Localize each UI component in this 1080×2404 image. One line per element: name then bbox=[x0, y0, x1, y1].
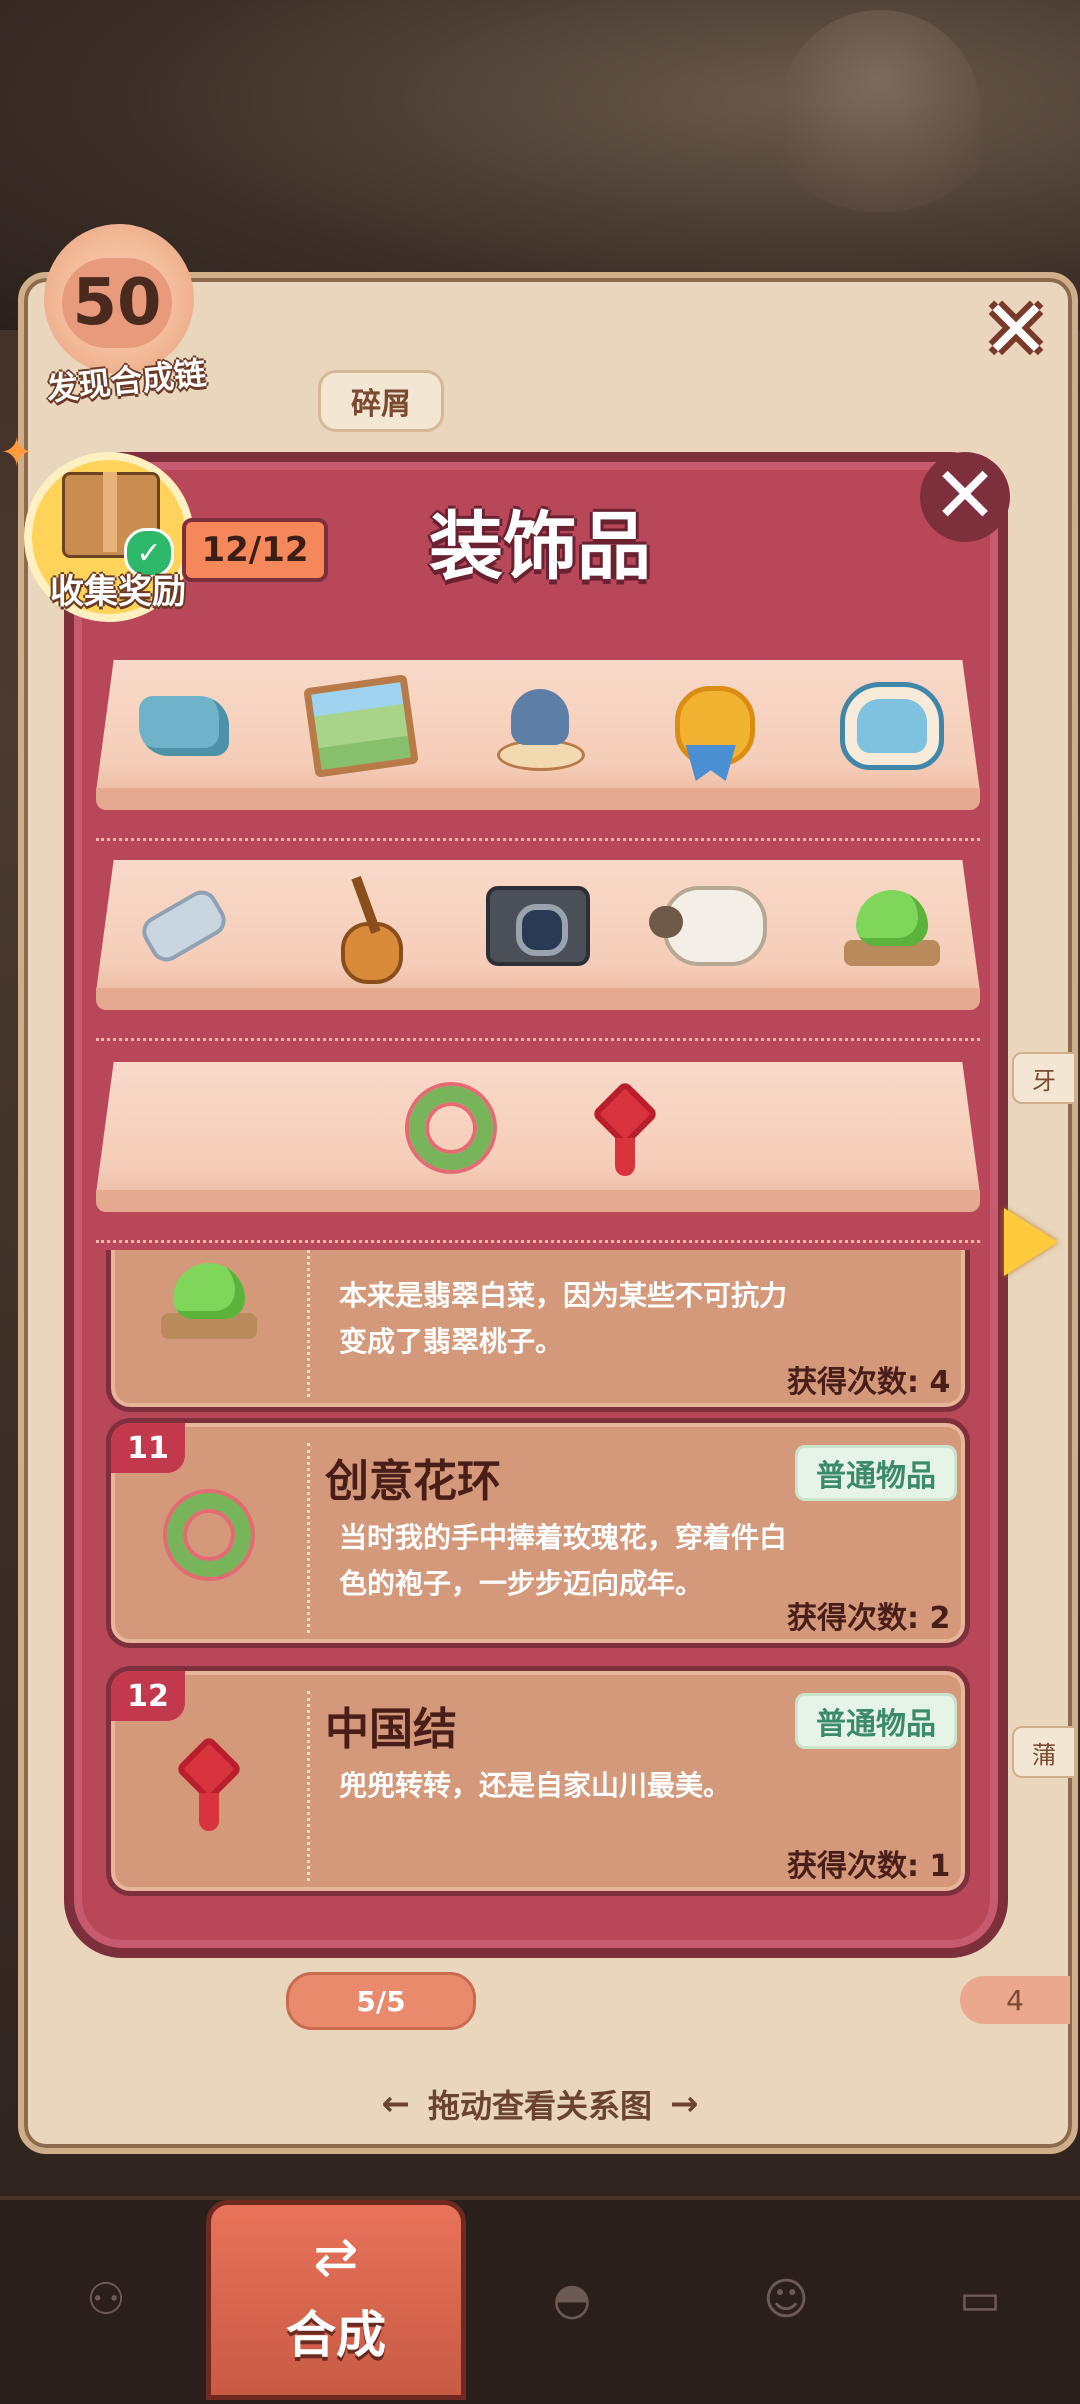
rarity-badge: 普通物品 bbox=[795, 1693, 957, 1749]
close-icon[interactable]: ✕ bbox=[976, 290, 1056, 370]
collect-reward-button[interactable]: ✓ 收集奖励 bbox=[24, 452, 194, 622]
shelf-row-2 bbox=[96, 860, 980, 1010]
item-number: 11 bbox=[111, 1423, 185, 1473]
bell-icon[interactable]: ◓ bbox=[482, 2214, 662, 2384]
item-desc: 兜兜转转，还是自家山川最美。 bbox=[339, 1769, 732, 1802]
drag-hint: ← 拖动查看关系图 → bbox=[330, 2074, 750, 2134]
person-icon[interactable]: ☺ bbox=[696, 2214, 876, 2384]
bus-icon[interactable]: ▭ bbox=[890, 2214, 1070, 2384]
side-tab[interactable]: 牙 bbox=[1012, 1052, 1076, 1104]
guitar-icon[interactable] bbox=[309, 874, 413, 984]
card-divider bbox=[307, 1443, 310, 1633]
chain-count-badge[interactable]: 50 发现合成链 bbox=[32, 224, 208, 408]
flower-wreath-icon[interactable] bbox=[399, 1076, 503, 1180]
side-tab[interactable]: 蒲 bbox=[1012, 1726, 1076, 1778]
item-desc: 当时我的手中捧着玫瑰花，穿着件白色的袍子，一步步迈向成年。 bbox=[339, 1521, 788, 1600]
shelf-edge bbox=[96, 1190, 980, 1212]
medal-icon[interactable] bbox=[663, 674, 767, 778]
item-count: 获得次数: 1 bbox=[787, 1849, 951, 1884]
item-name: 创意花环 bbox=[325, 1456, 501, 1507]
shelf-divider bbox=[96, 1240, 980, 1243]
drag-hint-text: 拖动查看关系图 bbox=[427, 2087, 652, 2125]
bag-icon[interactable]: ⚇ bbox=[16, 2214, 196, 2384]
next-arrow-icon[interactable] bbox=[1004, 1208, 1058, 1276]
item-count: 获得次数: 2 bbox=[787, 1601, 951, 1636]
chain-progress: 5/5 bbox=[286, 1972, 476, 2030]
chain-count: 50 bbox=[62, 258, 172, 348]
collected-count: 12/12 bbox=[182, 518, 328, 582]
item-name: 中国结 bbox=[325, 1704, 457, 1755]
shelf-edge bbox=[96, 788, 980, 810]
shelf-divider bbox=[96, 1038, 980, 1041]
modal-title: 装饰品 bbox=[429, 504, 651, 590]
item-list[interactable]: 本来是翡翠白菜，因为某些不可抗力变成了翡翠桃子。 获得次数: 4 11 创意花环… bbox=[106, 1250, 970, 1930]
shelf-edge bbox=[96, 988, 980, 1010]
pipe-icon[interactable] bbox=[132, 874, 236, 978]
card-divider bbox=[307, 1250, 310, 1397]
camera-icon[interactable] bbox=[485, 874, 590, 978]
item-desc: 本来是翡翠白菜，因为某些不可抗力变成了翡翠桃子。 bbox=[339, 1279, 788, 1358]
arrow-left-icon: ← bbox=[381, 2084, 410, 2124]
flower-wreath-icon bbox=[139, 1475, 279, 1595]
item-card[interactable]: 12 中国结 普通物品 兜兜转转，还是自家山川最美。 获得次数: 1 bbox=[106, 1666, 970, 1896]
merge-icon: ⇄ bbox=[313, 2225, 359, 2288]
arrow-right-icon: → bbox=[670, 2084, 699, 2124]
fairy-figure-art bbox=[780, 10, 980, 240]
shelf-divider bbox=[96, 838, 980, 841]
tab-merge-label: 合成 bbox=[286, 2306, 386, 2364]
item-card[interactable]: 本来是翡翠白菜，因为某些不可抗力变成了翡翠桃子。 获得次数: 4 bbox=[106, 1250, 970, 1412]
item-count: 获得次数: 4 bbox=[787, 1365, 951, 1400]
puzzle-icon[interactable] bbox=[132, 674, 236, 778]
shelf-row-3 bbox=[96, 1062, 980, 1212]
shelf-row-1 bbox=[96, 660, 980, 810]
rarity-badge: 普通物品 bbox=[795, 1445, 957, 1501]
picture-icon[interactable] bbox=[303, 674, 419, 778]
collect-reward-label: 收集奖励 bbox=[50, 572, 186, 612]
sheep-icon[interactable] bbox=[648, 874, 767, 978]
chinese-knot-icon bbox=[139, 1723, 279, 1843]
chain-progress-right: 4 bbox=[960, 1976, 1070, 2024]
item-card[interactable]: 11 创意花环 普通物品 当时我的手中捧着玫瑰花，穿着件白色的袍子，一步步迈向成… bbox=[106, 1418, 970, 1648]
candy-box-icon[interactable] bbox=[839, 674, 944, 778]
item-number: 12 bbox=[111, 1671, 185, 1721]
jade-cabbage-icon bbox=[139, 1250, 279, 1359]
tab-merge[interactable]: ⇄ 合成 bbox=[206, 2200, 466, 2400]
chain-node-label[interactable]: 碎屑 bbox=[318, 370, 444, 432]
modal-close-icon[interactable]: ✕ bbox=[920, 452, 1010, 542]
jade-cabbage-icon[interactable] bbox=[840, 874, 944, 978]
dolphin-statue-icon[interactable] bbox=[486, 674, 590, 778]
card-divider bbox=[307, 1691, 310, 1881]
chinese-knot-icon[interactable] bbox=[573, 1076, 677, 1180]
